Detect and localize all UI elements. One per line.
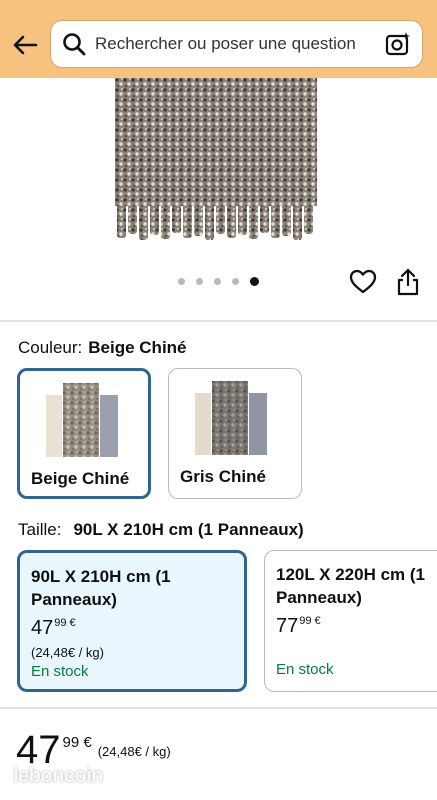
color-option-label: Beige Chiné xyxy=(31,469,130,488)
main-price-unit: (24,48€ / kg) xyxy=(97,744,171,759)
color-label-row: Couleur: Beige Chiné xyxy=(18,338,187,358)
selected-color: Beige Chiné xyxy=(88,338,187,357)
pagination-dot[interactable] xyxy=(214,278,221,285)
arrow-left-icon xyxy=(13,35,38,55)
main-price-fraction: 99 € xyxy=(62,734,92,751)
pagination-dot-active[interactable] xyxy=(250,277,259,286)
heart-icon[interactable] xyxy=(349,268,377,296)
product-image xyxy=(115,78,317,240)
search-placeholder: Rechercher ou poser une question xyxy=(95,34,356,53)
section-divider xyxy=(0,320,437,322)
size-label: Taille: xyxy=(18,520,62,539)
size-option-price: 4799 € xyxy=(31,617,76,640)
color-option-gris[interactable]: Gris Chiné xyxy=(168,368,302,499)
color-thumbnail xyxy=(46,383,118,457)
price-whole: 77 xyxy=(276,615,299,637)
pagination-dot[interactable] xyxy=(178,278,185,285)
size-option-unit-price: (24,48€ / kg) xyxy=(31,645,104,660)
search-icon xyxy=(63,33,86,56)
product-image-gallery[interactable] xyxy=(0,78,437,318)
size-option-90x210[interactable]: 90L X 210H cm (1 Panneaux) 4799 € (24,48… xyxy=(17,550,247,692)
price-fraction: 99 € xyxy=(54,617,76,629)
section-divider xyxy=(0,707,437,709)
size-option-availability: En stock xyxy=(31,663,89,680)
pagination-dot[interactable] xyxy=(196,278,203,285)
color-thumbnail xyxy=(195,381,267,455)
size-label-row: Taille: 90L X 210H cm (1 Panneaux) xyxy=(18,520,304,540)
back-button[interactable] xyxy=(10,30,40,60)
top-search-bar: Rechercher ou poser une question xyxy=(0,0,437,78)
size-option-price: 7799 € xyxy=(276,615,321,638)
price-whole: 47 xyxy=(31,617,54,639)
watermark-logo: leboncoin xyxy=(13,765,103,787)
size-option-availability: En stock xyxy=(276,661,334,678)
color-option-label: Gris Chiné xyxy=(180,467,266,486)
size-option-120x220[interactable]: 120L X 220H cm (1 Panneaux) 7799 € En st… xyxy=(264,550,437,692)
share-icon[interactable] xyxy=(396,268,420,296)
pagination-dot[interactable] xyxy=(232,278,239,285)
size-option-title: 120L X 220H cm (1 Panneaux) xyxy=(276,565,425,607)
gallery-pagination xyxy=(178,277,259,286)
size-option-title: 90L X 210H cm (1 Panneaux) xyxy=(31,567,171,609)
search-input[interactable]: Rechercher ou poser une question xyxy=(50,20,423,68)
price-fraction: 99 € xyxy=(299,615,321,627)
selected-size: 90L X 210H cm (1 Panneaux) xyxy=(73,520,304,539)
camera-search-icon[interactable] xyxy=(384,30,412,58)
color-option-beige[interactable]: Beige Chiné xyxy=(17,368,151,499)
color-label: Couleur: xyxy=(18,338,83,357)
